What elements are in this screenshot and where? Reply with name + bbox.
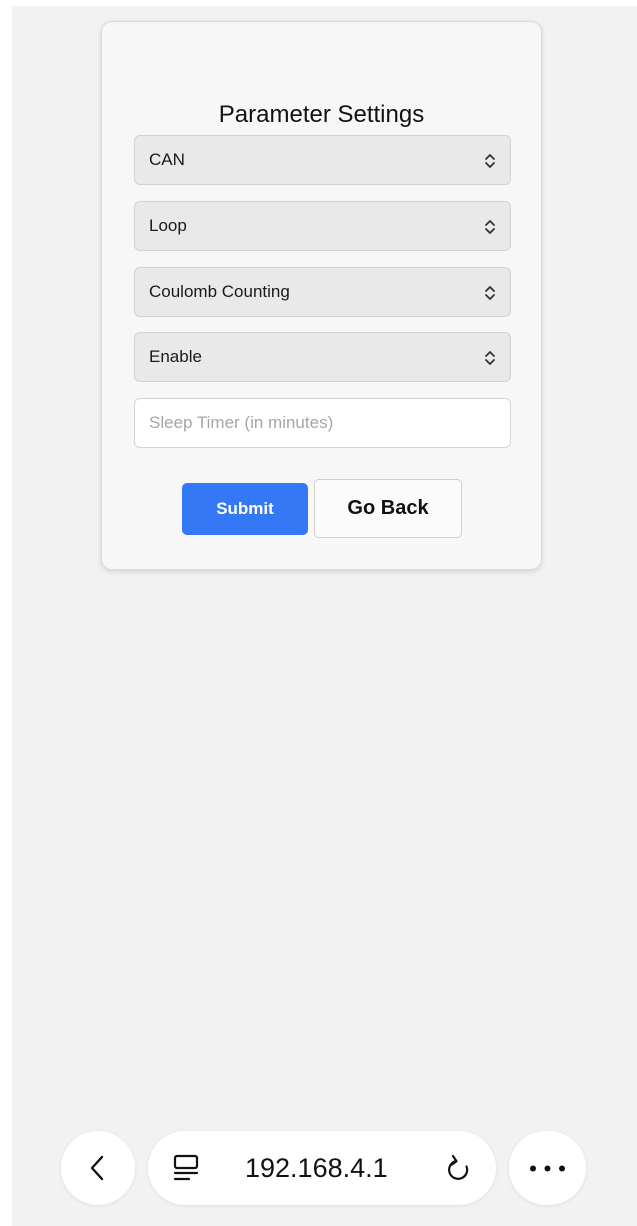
go-back-button[interactable]: Go Back	[314, 479, 462, 538]
chevron-up-down-icon	[485, 286, 495, 300]
page-menu-icon[interactable]	[172, 1153, 200, 1183]
more-button[interactable]	[509, 1131, 586, 1205]
browser-back-button[interactable]	[61, 1131, 135, 1205]
mode-select[interactable]: Loop	[134, 201, 511, 251]
chevron-up-down-icon	[485, 351, 495, 365]
submit-button[interactable]: Submit	[182, 483, 308, 535]
select-value: CAN	[149, 150, 185, 169]
url-text: 192.168.4.1	[245, 1153, 388, 1183]
reload-icon[interactable]	[444, 1153, 474, 1185]
soc-method-select[interactable]: Coulomb Counting	[134, 267, 511, 317]
more-icon	[530, 1165, 565, 1172]
select-value: Coulomb Counting	[149, 282, 290, 301]
page-title: Parameter Settings	[218, 101, 425, 128]
select-value: Loop	[149, 216, 187, 235]
chevron-up-down-icon	[485, 220, 495, 234]
sleep-timer-input[interactable]	[134, 398, 511, 448]
chevron-up-down-icon	[485, 154, 495, 168]
enable-select[interactable]: Enable	[134, 332, 511, 382]
select-value: Enable	[149, 347, 202, 366]
interface-select[interactable]: CAN	[134, 135, 511, 185]
address-bar[interactable]: 192.168.4.1	[148, 1131, 496, 1205]
chevron-left-icon	[90, 1155, 104, 1181]
